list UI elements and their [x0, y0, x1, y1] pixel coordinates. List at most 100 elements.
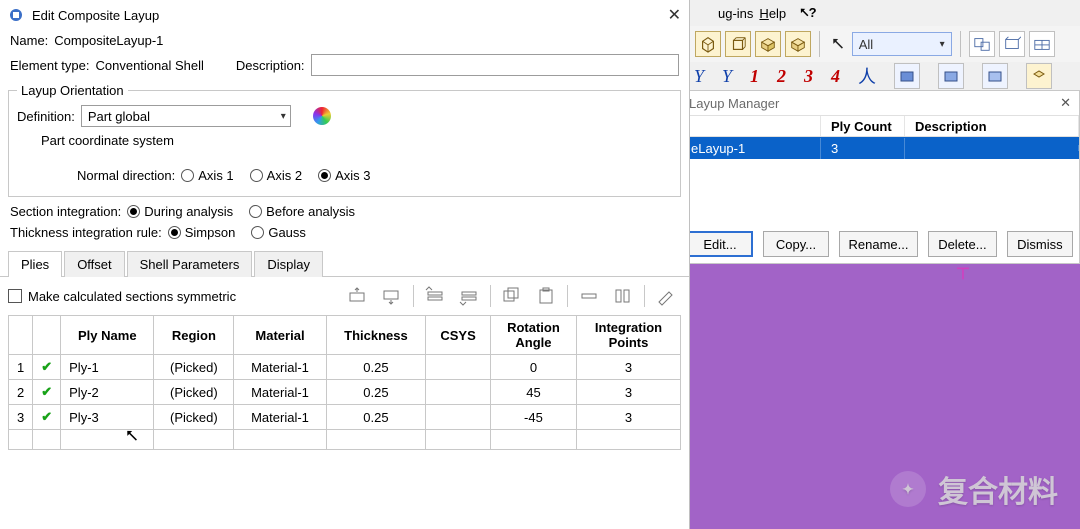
definition-label: Definition:	[17, 109, 75, 124]
csys-cell[interactable]	[426, 405, 491, 430]
toolrow-btn3[interactable]	[982, 63, 1008, 89]
toolrow-btn2[interactable]	[938, 63, 964, 89]
csys-cell[interactable]	[426, 380, 491, 405]
col-description: Description	[905, 116, 1079, 136]
axis-indicators: Y Y 1 2 3 4 人	[680, 62, 1080, 90]
view-cube3-icon[interactable]	[755, 31, 781, 57]
layup-orientation-legend: Layup Orientation	[17, 83, 128, 98]
dismiss-button[interactable]: Dismiss	[1007, 231, 1073, 257]
col-region[interactable]: Region	[154, 316, 234, 355]
axis3-radio[interactable]: Axis 3	[318, 168, 370, 183]
axis-2-icon: 2	[777, 66, 786, 87]
view-cube2-icon[interactable]	[725, 31, 751, 57]
toolrow-cube-icon[interactable]	[1026, 63, 1052, 89]
axis2-radio[interactable]: Axis 2	[250, 168, 302, 183]
material-cell[interactable]: Material-1	[234, 380, 326, 405]
view-cube4-icon[interactable]	[785, 31, 811, 57]
ply-toolbar	[343, 283, 681, 309]
layup-plycount-cell: 3	[821, 138, 905, 159]
material-cell[interactable]: Material-1	[234, 355, 326, 380]
wire-view1-icon[interactable]	[969, 31, 995, 57]
region-cell[interactable]: (Picked)	[154, 380, 234, 405]
col-material[interactable]: Material	[234, 316, 326, 355]
table-row[interactable]: 2✔Ply-2(Picked)Material-10.25453	[9, 380, 681, 405]
delete-button[interactable]: Delete...	[928, 231, 997, 257]
status-check-icon: ✔	[33, 405, 61, 430]
paste-ply-icon[interactable]	[531, 283, 561, 309]
menu-plugins[interactable]: ug-ins	[718, 6, 753, 21]
tab-shell-parameters[interactable]: Shell Parameters	[127, 251, 253, 277]
rotation-cell[interactable]: 45	[490, 380, 576, 405]
col-thickness[interactable]: Thickness	[326, 316, 426, 355]
menu-help[interactable]: HHelpelp	[759, 6, 786, 21]
before-analysis-radio[interactable]: Before analysis	[249, 204, 355, 219]
close-icon[interactable]: ✕	[668, 5, 681, 25]
edit-button[interactable]: Edit...	[687, 231, 753, 257]
tab-plies[interactable]: Plies	[8, 251, 62, 277]
col-ply-name[interactable]: Ply Name	[61, 316, 154, 355]
tab-offset[interactable]: Offset	[64, 251, 124, 277]
move-down-icon[interactable]	[454, 283, 484, 309]
rename-button[interactable]: Rename...	[839, 231, 918, 257]
status-check-icon: ✔	[33, 380, 61, 405]
rotation-cell[interactable]: 0	[490, 355, 576, 380]
context-help-icon[interactable]: ⭦?	[800, 5, 816, 21]
col-integration-points[interactable]: Integration Points	[577, 316, 681, 355]
rotation-cell[interactable]: -45	[490, 405, 576, 430]
delete-ply-icon[interactable]	[574, 283, 604, 309]
separator	[819, 31, 820, 57]
axis1-radio[interactable]: Axis 1	[181, 168, 233, 183]
thickness-cell[interactable]: 0.25	[326, 405, 426, 430]
axis-y-icon: Y	[694, 66, 704, 87]
col-ply-count: Ply Count	[821, 116, 905, 136]
simpson-radio[interactable]: Simpson	[168, 225, 236, 240]
ip-cell[interactable]: 3	[577, 405, 681, 430]
symmetric-checkbox[interactable]	[8, 289, 22, 303]
wire-view2-icon[interactable]	[999, 31, 1025, 57]
ply-name-cell[interactable]: Ply-1	[61, 355, 154, 380]
view-cube-icon[interactable]	[695, 31, 721, 57]
display-group-combo[interactable]: All▾	[852, 32, 952, 56]
copy-ply-icon[interactable]	[497, 283, 527, 309]
axis-1-icon: 1	[750, 66, 759, 87]
wire-view3-icon[interactable]	[1029, 31, 1055, 57]
material-cell[interactable]: Material-1	[234, 405, 326, 430]
csys-cell[interactable]	[426, 355, 491, 380]
tab-display[interactable]: Display	[254, 251, 323, 277]
toolrow-btn1[interactable]	[894, 63, 920, 89]
move-up-icon[interactable]	[420, 283, 450, 309]
element-type-label: Element type:	[10, 58, 90, 73]
part-csys-label: Part coordinate system	[41, 133, 174, 148]
layup-name-cell: eLayup-1	[681, 138, 821, 159]
definition-dropdown[interactable]: Part global▾	[81, 105, 291, 127]
ip-cell[interactable]: 3	[577, 380, 681, 405]
insert-before-icon[interactable]	[343, 283, 373, 309]
thickness-cell[interactable]: 0.25	[326, 380, 426, 405]
description-input[interactable]	[311, 54, 679, 76]
pattern-ply-icon[interactable]	[608, 283, 638, 309]
table-row[interactable]	[9, 430, 681, 450]
thickness-cell[interactable]: 0.25	[326, 355, 426, 380]
description-label: Description:	[236, 58, 305, 73]
select-tool-icon[interactable]: ⭦	[832, 34, 844, 55]
col-csys[interactable]: CSYS	[426, 316, 491, 355]
table-row[interactable]: 3✔Ply-3(Picked)Material-10.25-453	[9, 405, 681, 430]
region-cell[interactable]: (Picked)	[154, 405, 234, 430]
highlight-ply-icon[interactable]	[651, 283, 681, 309]
region-cell[interactable]: (Picked)	[154, 355, 234, 380]
col-rotation[interactable]: Rotation Angle	[490, 316, 576, 355]
normal-direction-label: Normal direction:	[77, 168, 175, 183]
close-icon[interactable]: ✕	[1060, 95, 1071, 111]
gauss-radio[interactable]: Gauss	[251, 225, 306, 240]
table-row[interactable]: 1✔Ply-1(Picked)Material-10.2503	[9, 355, 681, 380]
insert-after-icon[interactable]	[377, 283, 407, 309]
app-icon	[8, 7, 24, 23]
during-analysis-radio[interactable]: During analysis	[127, 204, 233, 219]
layup-row-selected[interactable]: eLayup-1 3	[681, 137, 1079, 159]
copy-button[interactable]: Copy...	[763, 231, 829, 257]
ply-name-cell[interactable]: Ply-3	[61, 405, 154, 430]
ip-cell[interactable]: 3	[577, 355, 681, 380]
csys-picker-icon[interactable]	[313, 107, 331, 125]
wechat-icon: ✦	[890, 471, 926, 507]
ply-name-cell[interactable]: Ply-2	[61, 380, 154, 405]
